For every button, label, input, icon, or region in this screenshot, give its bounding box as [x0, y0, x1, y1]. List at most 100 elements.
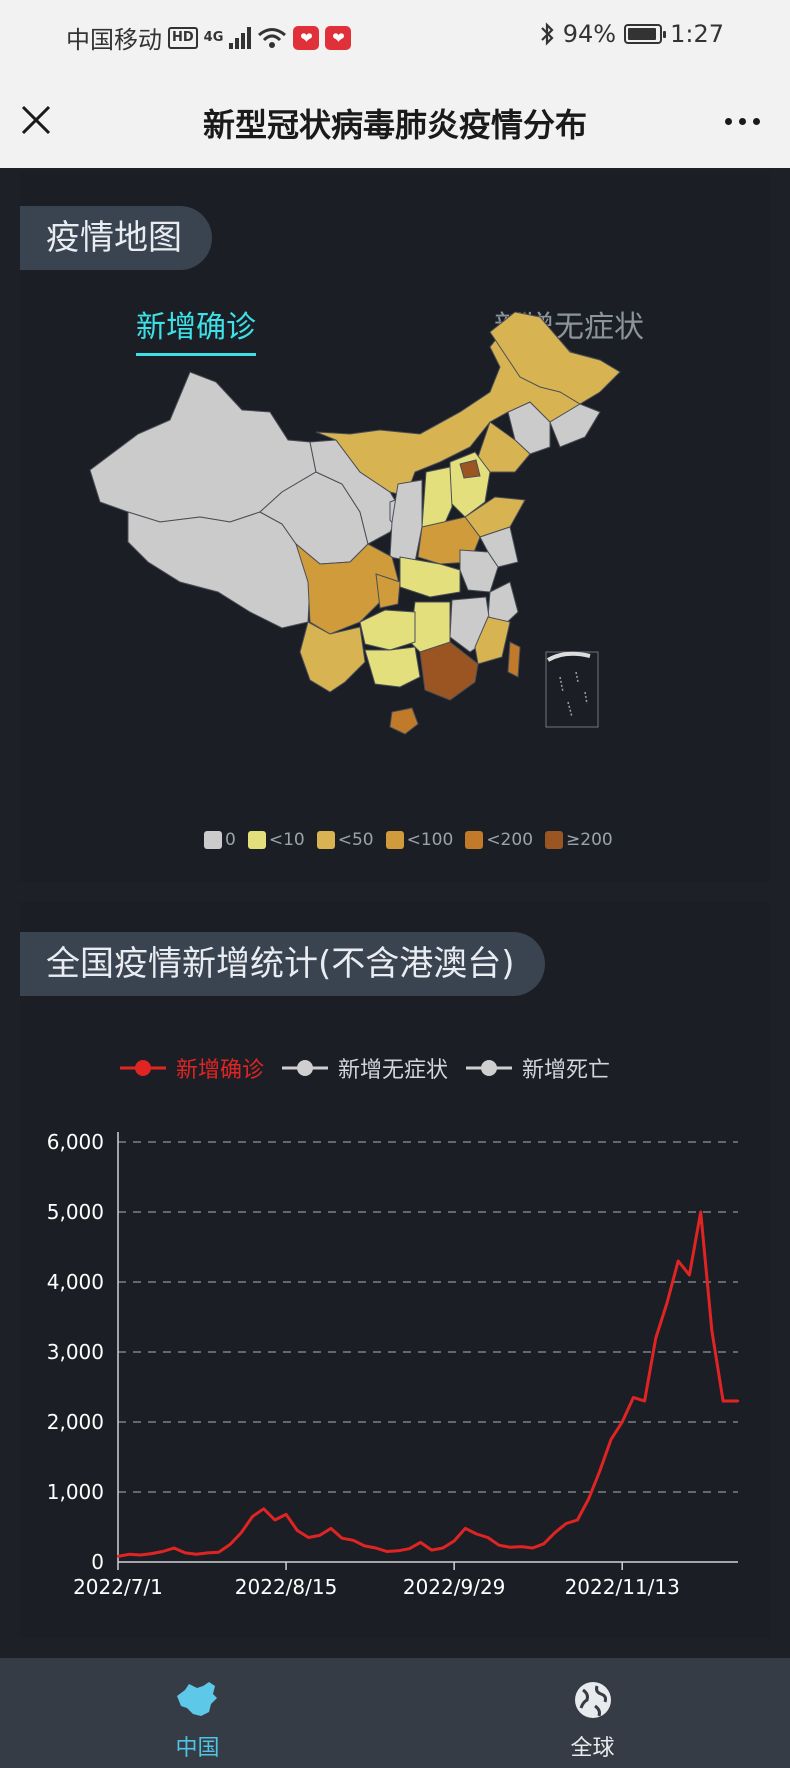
- data-point: [520, 1545, 523, 1548]
- title-bar: 新型冠状病毒肺炎疫情分布: [0, 70, 790, 168]
- data-point: [542, 1542, 545, 1545]
- map-region-guizhou: [359, 609, 416, 651]
- more-icon[interactable]: [725, 118, 760, 125]
- data-point: [374, 1546, 377, 1550]
- bluetooth-icon: [540, 22, 554, 46]
- legend-item[interactable]: <100: [385, 830, 453, 850]
- map-region-hainan: [389, 707, 419, 735]
- data-point: [688, 1273, 691, 1277]
- data-point: [363, 1544, 366, 1548]
- data-point: [553, 1531, 557, 1534]
- network-label: 4G: [203, 30, 224, 45]
- wifi-icon: [258, 27, 287, 48]
- data-point: [307, 1536, 310, 1539]
- series-line-confirmed: [117, 1210, 738, 1558]
- south-china-sea-inset: [545, 651, 599, 728]
- data-point: [184, 1551, 187, 1555]
- data-point: [262, 1507, 265, 1510]
- legend-item[interactable]: <200: [465, 830, 533, 850]
- x-tick-label: 2022/9/29: [403, 1575, 506, 1599]
- china-map-icon: [177, 1682, 217, 1716]
- data-point: [128, 1553, 131, 1556]
- legend-swatch: [545, 831, 564, 849]
- legend-item[interactable]: 0: [204, 830, 236, 850]
- legend-swatch: [316, 831, 335, 849]
- status-bar: 中国移动 HD 4G ❤ ❤ 94% 1:27: [0, 0, 790, 70]
- data-point: [385, 1550, 389, 1553]
- hd-badge: HD: [168, 26, 198, 49]
- data-point: [240, 1531, 243, 1534]
- map-legend: 0 <10 <50 <100 <200 ≥200: [204, 830, 613, 850]
- gift-icon: ❤: [293, 25, 320, 50]
- legend-item[interactable]: ≥200: [545, 830, 613, 850]
- data-point: [430, 1548, 433, 1552]
- legend-item[interactable]: <50: [316, 830, 374, 850]
- y-tick-label: 0: [91, 1550, 104, 1574]
- y-tick-label: 4,000: [47, 1270, 104, 1294]
- x-tick-label: 2022/7/1: [73, 1575, 163, 1599]
- map-region-taiwan: [507, 641, 521, 678]
- data-point: [150, 1552, 153, 1555]
- legend-item[interactable]: <10: [247, 830, 305, 850]
- data-point: [736, 1399, 740, 1403]
- nav-item-global[interactable]: 全球: [395, 1658, 790, 1768]
- data-point: [419, 1541, 422, 1544]
- x-tick-label: 2022/11/13: [565, 1575, 680, 1599]
- battery-icon: [624, 24, 667, 44]
- data-point: [621, 1420, 624, 1424]
- data-point: [475, 1532, 478, 1536]
- data-point: [284, 1513, 288, 1516]
- data-point: [508, 1546, 512, 1549]
- data-point: [441, 1546, 445, 1550]
- x-tick-label: 2022/8/15: [235, 1575, 338, 1599]
- data-point: [217, 1551, 221, 1554]
- line-chart[interactable]: 0 1,000 2,000 3,000 4,000 5,000 6,000 2022/7/1 2…: [20, 902, 770, 1638]
- data-point: [352, 1539, 355, 1542]
- data-point: [172, 1546, 176, 1550]
- data-point: [576, 1518, 579, 1522]
- data-point: [464, 1527, 467, 1530]
- data-point: [531, 1546, 534, 1550]
- data-point: [654, 1336, 658, 1340]
- legend-swatch: [247, 831, 266, 849]
- y-tick-label: 2,000: [47, 1410, 104, 1434]
- gift-icon-2: ❤: [325, 25, 352, 50]
- data-point: [564, 1522, 568, 1525]
- data-point: [228, 1543, 232, 1546]
- y-tick-label: 6,000: [47, 1130, 104, 1154]
- data-point: [273, 1518, 277, 1522]
- data-point: [318, 1534, 321, 1537]
- nav-item-china[interactable]: 中国: [0, 1658, 395, 1768]
- data-point: [139, 1553, 142, 1557]
- y-tick-label: 5,000: [47, 1200, 104, 1224]
- data-point: [710, 1329, 714, 1333]
- data-point: [665, 1301, 669, 1305]
- y-tick-label: 1,000: [47, 1480, 104, 1504]
- y-tick-label: 3,000: [47, 1340, 104, 1364]
- globe-icon: [575, 1682, 611, 1718]
- data-point: [598, 1469, 602, 1473]
- nav-label-china: 中国: [175, 1736, 220, 1761]
- data-point: [677, 1259, 680, 1263]
- data-point: [452, 1539, 456, 1543]
- data-point: [632, 1396, 635, 1399]
- data-point: [340, 1537, 344, 1540]
- data-point: [699, 1210, 702, 1214]
- data-point: [486, 1536, 489, 1539]
- nav-label-global: 全球: [570, 1736, 615, 1761]
- data-point: [161, 1550, 165, 1553]
- carrier-label: 中国移动: [66, 26, 162, 54]
- data-point: [609, 1438, 613, 1441]
- data-point: [296, 1529, 299, 1532]
- china-map[interactable]: [20, 172, 770, 882]
- data-point: [206, 1551, 209, 1555]
- legend-swatch: [204, 831, 222, 849]
- signal-icon: [229, 26, 252, 49]
- data-point: [329, 1527, 333, 1530]
- map-region-guangxi: [364, 646, 421, 688]
- data-point: [408, 1547, 411, 1550]
- page-title: 新型冠状病毒肺炎疫情分布: [202, 106, 587, 144]
- data-point: [396, 1549, 400, 1552]
- data-point: [587, 1497, 590, 1501]
- bottom-nav: 中国 全球: [0, 1658, 790, 1768]
